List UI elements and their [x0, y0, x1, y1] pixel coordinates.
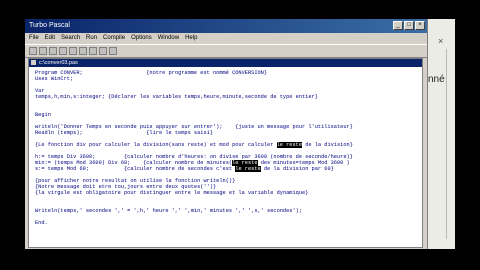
new-file-icon[interactable]: [29, 47, 37, 55]
selected-text: le reste: [235, 166, 261, 172]
selected-text: le reste: [276, 142, 303, 148]
compile-icon[interactable]: [99, 47, 107, 55]
doc-icon: [31, 60, 36, 65]
run-icon[interactable]: [109, 47, 117, 55]
menu-search[interactable]: Search: [61, 33, 80, 43]
window-title: Turbo Pascal: [29, 22, 70, 29]
menu-bar: File Edit Search Run Compile Options Win…: [25, 33, 427, 43]
maximize-button[interactable]: □: [404, 21, 414, 30]
menu-help[interactable]: Help: [185, 33, 197, 43]
editor-title-bar: c:\conver03.pas: [29, 59, 422, 67]
editor-window[interactable]: c:\conver03.pas Program CONVER; {notre p…: [28, 58, 423, 248]
menu-compile[interactable]: Compile: [103, 33, 125, 43]
turbo-pascal-window: Turbo Pascal _ □ × File Edit Search Run …: [25, 19, 428, 249]
menu-window[interactable]: Window: [158, 33, 179, 43]
code-line: End.: [35, 220, 48, 226]
close-icon[interactable]: ×: [438, 36, 448, 46]
cut-icon[interactable]: [59, 47, 67, 55]
save-icon[interactable]: [49, 47, 57, 55]
editor-file-name: c:\conver03.pas: [39, 60, 78, 66]
background-text: nné: [428, 74, 445, 85]
scrollbar[interactable]: [446, 49, 453, 239]
open-file-icon[interactable]: [39, 47, 47, 55]
title-bar: Turbo Pascal _ □ ×: [25, 19, 427, 33]
menu-run[interactable]: Run: [86, 33, 97, 43]
minimize-button[interactable]: _: [393, 21, 403, 30]
menu-edit[interactable]: Edit: [45, 33, 55, 43]
background-window: × nné: [428, 19, 455, 249]
paste-icon[interactable]: [79, 47, 87, 55]
menu-options[interactable]: Options: [131, 33, 152, 43]
toolbar: [25, 44, 427, 58]
code-area[interactable]: Program CONVER; {notre programme est nom…: [35, 70, 418, 226]
copy-icon[interactable]: [69, 47, 77, 55]
screen: Turbo Pascal _ □ × File Edit Search Run …: [25, 19, 455, 249]
close-button[interactable]: ×: [415, 21, 425, 30]
menu-file[interactable]: File: [29, 33, 39, 43]
undo-icon[interactable]: [89, 47, 97, 55]
